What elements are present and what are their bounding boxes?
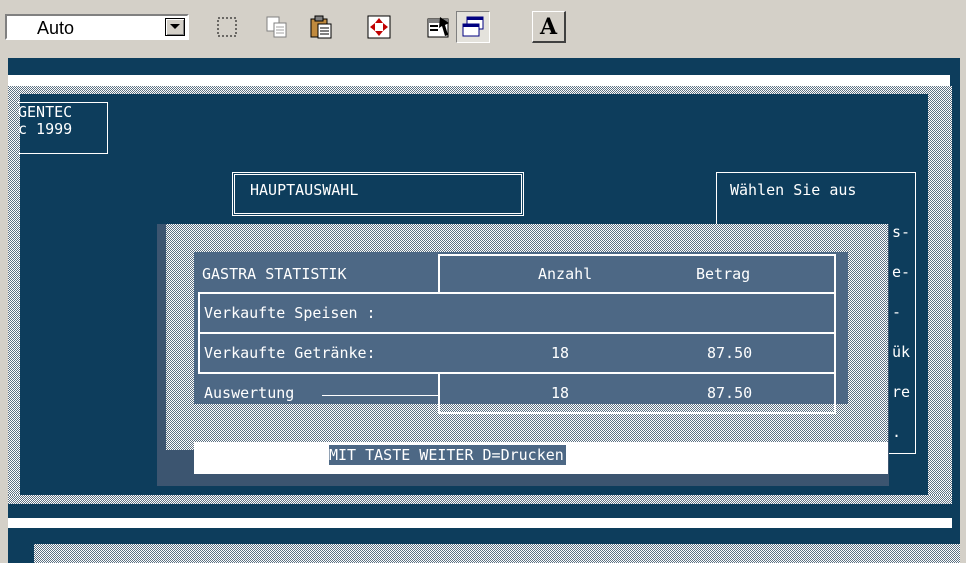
font-icon: A (539, 13, 558, 40)
table-line (198, 372, 836, 374)
table-line (198, 292, 836, 294)
bottom-strip (34, 544, 960, 563)
table-line (438, 412, 836, 414)
table-line (438, 254, 440, 294)
copy-button[interactable] (260, 11, 294, 43)
top-shadow-frame (8, 86, 952, 94)
font-button[interactable]: A (532, 11, 566, 43)
column-header-count: Anzahl (538, 265, 593, 283)
continue-prompt[interactable]: MIT TASTE WEITER D=Drucken (329, 445, 566, 465)
font-size-select[interactable]: Auto (5, 14, 189, 40)
paste-button[interactable] (304, 11, 338, 43)
row-label-total: Auswertung (204, 384, 295, 402)
bottom-shadow-frame (8, 495, 952, 504)
right-shadow-frame (928, 86, 952, 504)
row-count-drinks: 18 (551, 344, 570, 362)
properties-button[interactable] (422, 11, 456, 43)
paste-icon (310, 15, 332, 39)
dialog-footer-bar: MIT TASTE WEITER D=Drucken (194, 442, 888, 474)
instructions-fragment: s- (892, 223, 911, 241)
row-amount-total: 87.50 (707, 384, 753, 402)
row-label-drinks: Verkaufte Getränke: (204, 344, 376, 362)
copy-icon (266, 16, 287, 38)
background-button[interactable] (456, 11, 490, 43)
instructions-fragment: - (892, 303, 902, 321)
fullscreen-button[interactable] (362, 11, 396, 43)
mark-icon (217, 17, 237, 37)
font-size-value: Auto (37, 18, 75, 38)
row-amount-drinks: 87.50 (707, 344, 753, 362)
console-window[interactable]: GENTEC c 1999 HAUPTAUSWAHL Wählen Sie au… (8, 58, 960, 563)
stats-title: GASTRA STATISTIK (202, 265, 347, 283)
row-count-total: 18 (551, 384, 570, 402)
instructions-fragment: . (892, 423, 902, 441)
table-line (834, 254, 836, 414)
table-line (322, 395, 438, 396)
main-menu-title: HAUPTAUSWAHL (250, 181, 359, 199)
column-header-amount: Betrag (696, 265, 751, 283)
table-line (198, 332, 836, 334)
background-icon (462, 16, 484, 37)
instructions-fragment: ük (892, 343, 911, 361)
copyright-line-1: GENTEC (18, 103, 73, 121)
chevron-down-icon[interactable] (165, 18, 185, 36)
instructions-title: Wählen Sie aus (730, 181, 857, 199)
mark-button[interactable] (210, 11, 244, 43)
table-line (438, 254, 836, 256)
instructions-fragment: re (892, 383, 911, 401)
properties-icon (427, 17, 449, 38)
bottom-border-bar (8, 518, 952, 528)
fullscreen-icon (367, 15, 391, 39)
table-line (438, 374, 440, 414)
row-label-food: Verkaufte Speisen : (204, 304, 376, 322)
copyright-line-2: c 1999 (18, 120, 73, 138)
instructions-fragment: e- (892, 263, 911, 281)
toolbar: Auto A (0, 0, 966, 58)
